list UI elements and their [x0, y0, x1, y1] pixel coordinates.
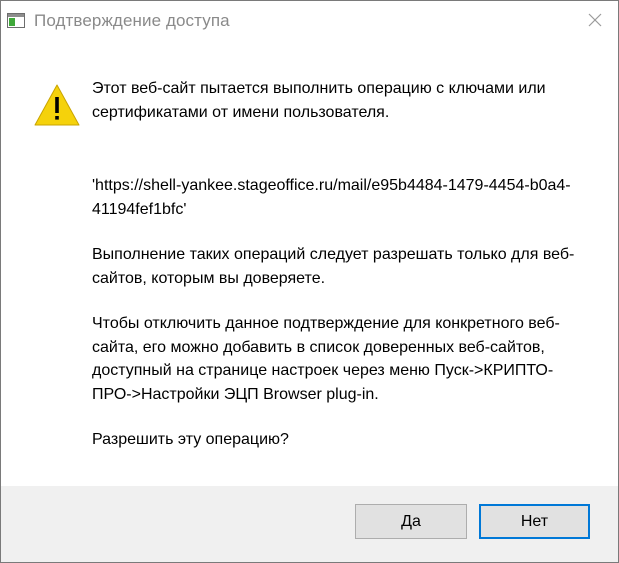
- close-icon: [588, 13, 602, 27]
- close-button[interactable]: [572, 1, 618, 39]
- title-bar[interactable]: Подтверждение доступа: [1, 1, 618, 43]
- question-text: Разрешить эту операцию?: [92, 431, 289, 448]
- dialog-window: Подтверждение доступа Этот веб-сайт пыта…: [0, 0, 619, 563]
- site-url-text: 'https://shell-yankee.stageoffice.ru/mai…: [92, 177, 571, 218]
- warning-text: Выполнение таких операций следует разреш…: [92, 246, 575, 287]
- warning-icon: [33, 83, 81, 127]
- window-title: Подтверждение доступа: [34, 11, 230, 30]
- yes-button[interactable]: Да: [355, 504, 467, 539]
- instructions-text: Чтобы отключить данное подтверждение для…: [92, 315, 560, 403]
- button-bar: Да Нет: [1, 486, 618, 562]
- message-body: Этот веб-сайт пытается выполнить операци…: [92, 77, 592, 452]
- intro-text: Этот веб-сайт пытается выполнить операци…: [92, 80, 546, 121]
- no-button[interactable]: Нет: [479, 504, 590, 539]
- window-app-icon: [7, 13, 25, 28]
